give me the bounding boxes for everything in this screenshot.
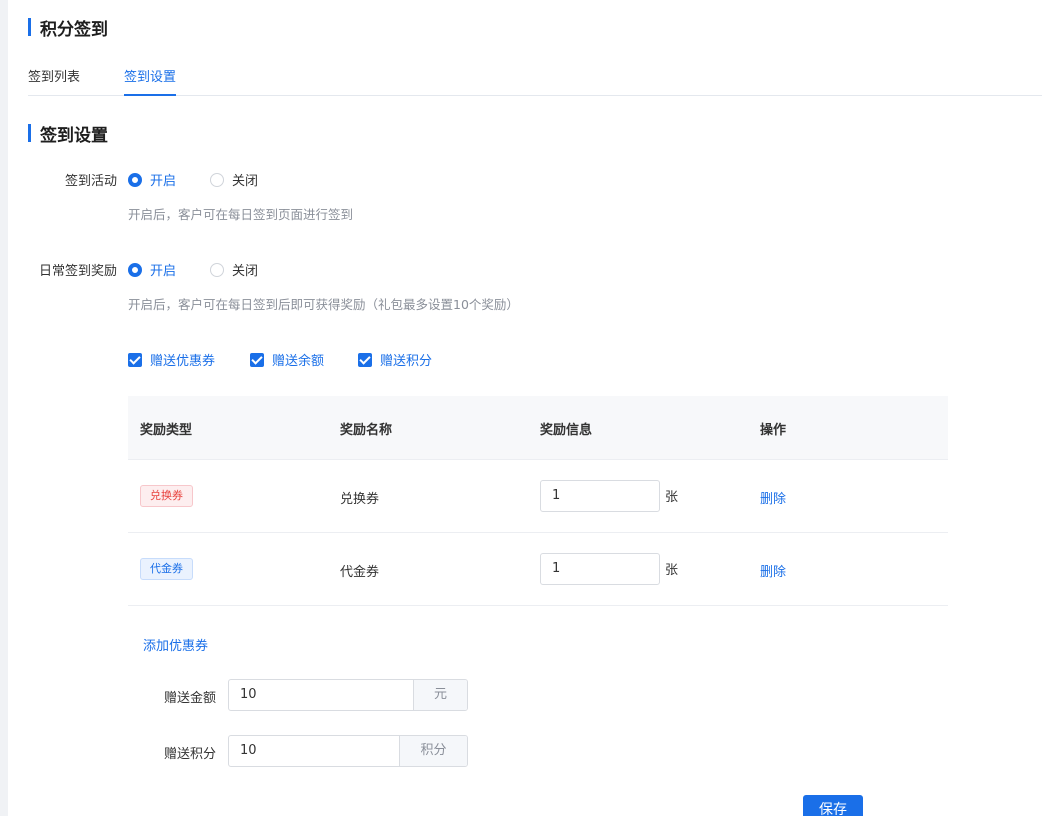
- checkbox-checked-icon: [250, 352, 264, 367]
- reward-on-label: 开启: [150, 264, 177, 279]
- delete-link[interactable]: 删除: [760, 561, 786, 580]
- tab-checkin-settings[interactable]: 签到设置: [124, 66, 177, 96]
- header-reward-type: 奖励类型: [140, 423, 193, 438]
- gift-points-input-group: 10 积分: [228, 735, 468, 767]
- gift-coupon-checkbox[interactable]: 赠送优惠券: [128, 350, 215, 369]
- tab-checkin-list[interactable]: 签到列表: [28, 66, 80, 96]
- header-action: 操作: [760, 423, 787, 438]
- daily-reward-label: 日常签到奖励: [38, 264, 117, 279]
- gift-balance-checkbox[interactable]: 赠送余额: [250, 350, 324, 369]
- radio-checked-icon: [128, 172, 142, 187]
- title-accent-bar: [28, 18, 31, 36]
- gift-points-field-label: 赠送积分: [163, 747, 216, 762]
- reward-name: 代金券: [340, 565, 380, 580]
- reward-off-label: 关闭: [232, 264, 259, 279]
- reward-name: 兑换券: [340, 492, 380, 507]
- header-reward-info: 奖励信息: [540, 423, 593, 438]
- gift-points-input[interactable]: 10: [229, 736, 399, 766]
- checkin-on-label: 开启: [150, 174, 177, 189]
- gift-coupon-label: 赠送优惠券: [150, 354, 216, 369]
- reward-table: 奖励类型 奖励名称 奖励信息 操作 兑换券 兑换券 1 张 删除 代金券 代金券…: [128, 396, 948, 606]
- section-title: 签到设置: [28, 122, 108, 146]
- quantity-unit: 张: [665, 490, 679, 505]
- section-accent-bar: [28, 124, 31, 142]
- reward-on-radio[interactable]: 开启: [128, 260, 176, 279]
- checkin-activity-label: 签到活动: [64, 174, 117, 189]
- table-row: 兑换券 兑换券 1 张 删除: [128, 460, 948, 533]
- checkbox-checked-icon: [128, 352, 142, 367]
- reward-off-radio[interactable]: 关闭: [210, 260, 258, 279]
- section-title-text: 签到设置: [40, 125, 108, 146]
- checkin-off-label: 关闭: [232, 174, 259, 189]
- reward-type-tag: 代金券: [140, 558, 193, 580]
- radio-unchecked-icon: [210, 172, 224, 187]
- reward-hint: 开启后，客户可在每日签到后即可获得奖励（礼包最多设置10个奖励）: [128, 297, 519, 312]
- radio-checked-icon: [128, 262, 142, 277]
- reward-type-tag: 兑换券: [140, 485, 193, 507]
- radio-unchecked-icon: [210, 262, 224, 277]
- delete-link[interactable]: 删除: [760, 488, 786, 507]
- gift-points-unit: 积分: [399, 736, 467, 766]
- checkin-off-radio[interactable]: 关闭: [210, 170, 258, 189]
- save-button[interactable]: 保存: [803, 795, 863, 816]
- quantity-input[interactable]: 1: [540, 553, 660, 585]
- add-coupon-link[interactable]: 添加优惠券: [143, 635, 208, 654]
- quantity-unit: 张: [665, 563, 679, 578]
- quantity-input[interactable]: 1: [540, 480, 660, 512]
- checkin-hint: 开启后，客户可在每日签到页面进行签到: [128, 207, 354, 222]
- gift-points-checkbox[interactable]: 赠送积分: [358, 350, 432, 369]
- header-reward-name: 奖励名称: [340, 423, 393, 438]
- table-row: 代金券 代金券 1 张 删除: [128, 533, 948, 606]
- table-header: 奖励类型 奖励名称 奖励信息 操作: [128, 396, 948, 460]
- gift-balance-field-label: 赠送金额: [163, 691, 216, 706]
- gift-balance-unit: 元: [413, 680, 467, 710]
- gift-points-label: 赠送积分: [380, 354, 433, 369]
- checkin-on-radio[interactable]: 开启: [128, 170, 176, 189]
- page-title: 积分签到: [28, 16, 108, 40]
- gift-balance-label: 赠送余额: [272, 354, 325, 369]
- page-title-text: 积分签到: [40, 19, 108, 40]
- left-sidebar-edge: [0, 0, 8, 816]
- gift-balance-input[interactable]: 10: [229, 680, 413, 710]
- gift-balance-input-group: 10 元: [228, 679, 468, 711]
- checkbox-checked-icon: [358, 352, 372, 367]
- tab-bar: 签到列表 签到设置: [28, 60, 1042, 96]
